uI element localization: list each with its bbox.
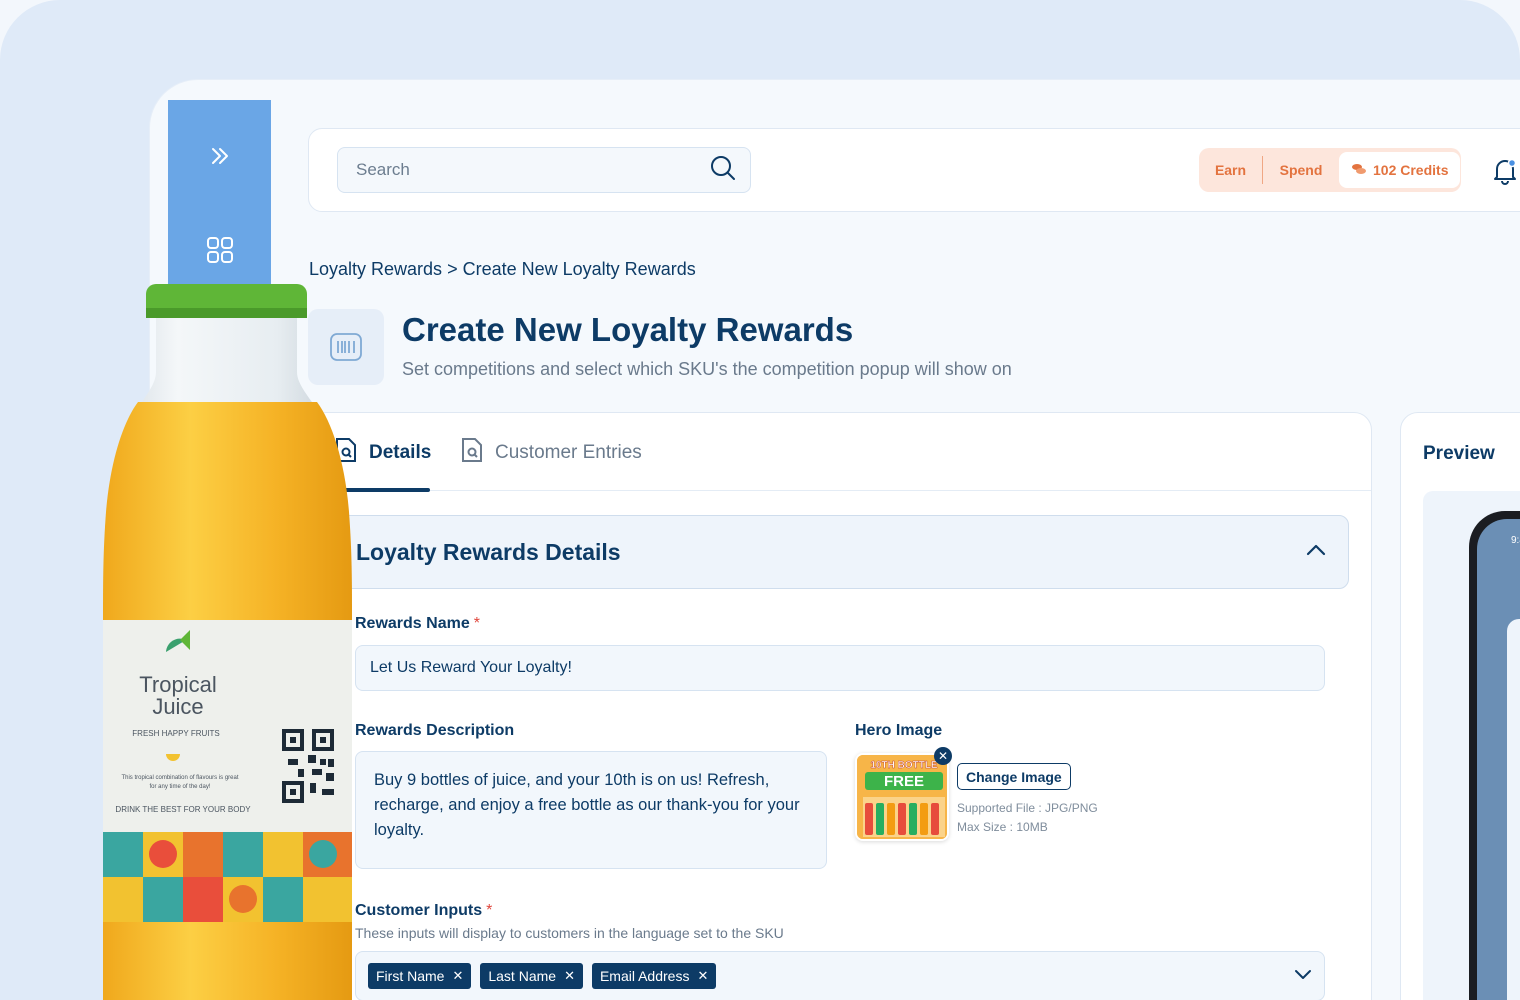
breadcrumb: Loyalty Rewards > Create New Loyalty Rew… [309, 259, 696, 280]
chevron-down-icon[interactable] [1294, 967, 1312, 985]
bottle-footer: DRINK THE BEST FOR YOUR BODY [115, 805, 251, 814]
phone-screen: 9:4 [1477, 519, 1520, 1000]
hero-thumb-main-text: FREE [884, 773, 924, 790]
preview-title: Preview [1423, 443, 1495, 464]
top-bar: Earn Spend 102 Credits [308, 128, 1520, 212]
rewards-description-textarea[interactable]: Buy 9 bottles of juice, and your 10th is… [355, 751, 827, 869]
tab-details-label: Details [369, 442, 432, 463]
hero-image-thumbnail: 10TH BOTTLE FREE [855, 753, 949, 841]
remove-image-icon[interactable]: ✕ [934, 747, 952, 765]
phone-mockup: 9:4 [1469, 511, 1520, 1000]
rewards-name-label-text: Rewards Name [355, 615, 470, 632]
breadcrumb-current: Create New Loyalty Rewards [462, 259, 696, 279]
document-search-icon [461, 437, 483, 469]
page-subtitle: Set competitions and select which SKU's … [402, 359, 1012, 379]
earn-button[interactable]: Earn [1199, 156, 1263, 184]
bottle-brand-line2: Juice [152, 694, 203, 719]
credits-label: 102 Credits [1373, 162, 1449, 178]
chip-email-address: Email Address ✕ [591, 963, 717, 989]
hero-thumb-top-text: 10TH BOTTLE [870, 760, 938, 771]
chevron-up-icon[interactable] [1306, 543, 1326, 561]
customer-inputs-label: Customer Inputs * [355, 902, 492, 920]
bottle-blurb-line1: This tropical combination of flavours is… [121, 775, 238, 781]
section-header[interactable]: Loyalty Rewards Details [333, 515, 1349, 589]
required-mark: * [486, 902, 493, 919]
remove-chip-icon[interactable]: ✕ [697, 968, 708, 984]
required-mark: * [473, 615, 480, 632]
breadcrumb-parent[interactable]: Loyalty Rewards [309, 259, 442, 279]
phone-time: 9:4 [1511, 535, 1520, 546]
spend-button[interactable]: Spend [1263, 162, 1339, 178]
juice-bottle-image: Tropical Juice FRESH HAPPY FRUITS This t… [103, 284, 352, 1000]
customer-inputs-hint: These inputs will display to customers i… [355, 925, 784, 941]
customer-inputs-label-text: Customer Inputs [355, 902, 483, 919]
credits-button[interactable]: 102 Credits [1339, 152, 1461, 188]
bottle-blurb-line2: for any time of the day! [149, 784, 210, 790]
bottle-tagline: FRESH HAPPY FRUITS [132, 729, 219, 738]
chip-label: First Name [376, 968, 445, 984]
app-window: Earn Spend 102 Credits Loyalty Rewards >… [150, 80, 1520, 1000]
notification-bell-icon[interactable] [1487, 153, 1520, 189]
max-size-info: Max Size : 10MB [957, 820, 1048, 834]
search-icon[interactable] [710, 155, 736, 186]
expand-sidebar-icon[interactable] [200, 136, 240, 176]
remove-chip-icon[interactable]: ✕ [452, 968, 463, 984]
details-card: Details Customer Entries Loyalty Rewards… [308, 412, 1372, 1000]
tab-customer-entries-label: Customer Entries [495, 442, 642, 463]
tab-customer-entries[interactable]: Customer Entries [461, 437, 642, 469]
page-title: Create New Loyalty Rewards [402, 311, 854, 348]
credits-widget: Earn Spend 102 Credits [1199, 148, 1461, 192]
coins-icon [1351, 162, 1367, 178]
rewards-name-input[interactable]: Let Us Reward Your Loyalty! [355, 645, 1325, 691]
breadcrumb-separator: > [447, 259, 458, 279]
search-box [337, 147, 751, 193]
section-title: Loyalty Rewards Details [356, 538, 621, 565]
dashboard-grid-icon[interactable] [200, 230, 240, 270]
chip-last-name: Last Name ✕ [480, 963, 583, 989]
preview-panel: Preview 9:4 [1400, 412, 1520, 1000]
remove-chip-icon[interactable]: ✕ [564, 968, 575, 984]
supported-file-info: Supported File : JPG/PNG [957, 801, 1098, 815]
search-input[interactable] [356, 160, 710, 180]
tab-bar: Details Customer Entries [309, 413, 1371, 492]
preview-area: 9:4 [1423, 491, 1520, 1000]
customer-inputs-multiselect[interactable]: First Name ✕ Last Name ✕ Email Address ✕ [355, 951, 1325, 1000]
rewards-name-label: Rewards Name * [355, 615, 480, 633]
hero-image-label: Hero Image [855, 722, 943, 739]
rewards-description-label: Rewards Description [355, 722, 515, 739]
phone-popup-card [1507, 619, 1520, 1000]
change-image-button[interactable]: Change Image [957, 763, 1071, 790]
chip-label: Last Name [488, 968, 557, 984]
chip-label: Email Address [599, 968, 690, 984]
chip-first-name: First Name ✕ [368, 963, 472, 989]
